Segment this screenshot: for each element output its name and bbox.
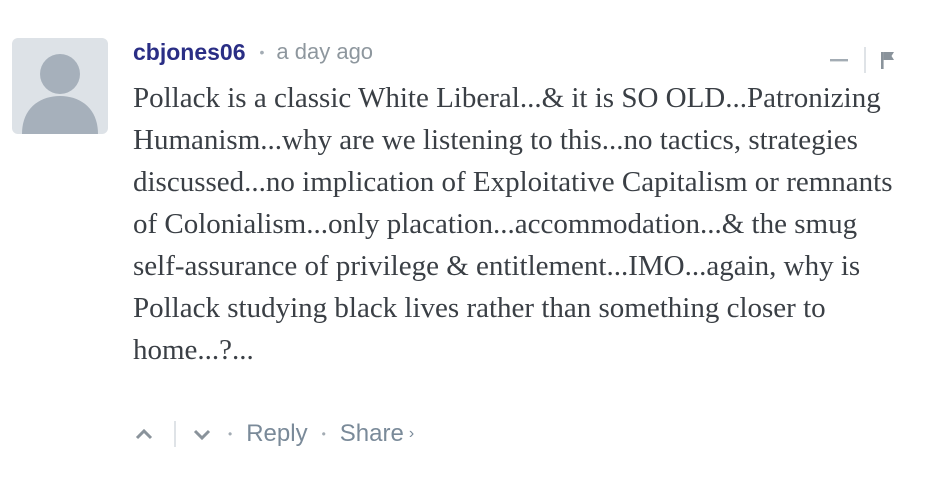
chevron-down-icon: [193, 429, 211, 441]
flag-icon: [881, 52, 894, 69]
comment-body: Pollack is a classic White Liberal...& i…: [133, 82, 893, 366]
comment-header: cbjones06 • a day ago: [133, 36, 373, 68]
default-avatar-icon: [22, 54, 98, 134]
footer-separator: •: [228, 427, 233, 441]
vote-divider: [174, 421, 176, 447]
comment-controls: [826, 44, 898, 76]
reply-button[interactable]: Reply: [246, 420, 307, 448]
chevron-up-icon: [135, 428, 153, 440]
share-button[interactable]: Share: [340, 420, 404, 448]
timestamp[interactable]: a day ago: [276, 39, 373, 65]
footer-separator: •: [321, 427, 326, 441]
flag-button[interactable]: [878, 47, 898, 73]
downvote-button[interactable]: [190, 422, 214, 446]
avatar[interactable]: [12, 38, 108, 134]
chevron-right-icon[interactable]: ›: [409, 425, 414, 443]
comment-footer: • Reply • Share ›: [132, 416, 414, 452]
collapse-button[interactable]: [826, 47, 852, 73]
comment: cbjones06 • a day ago Pollack is a class…: [0, 0, 936, 480]
controls-divider: [864, 47, 866, 73]
author-name[interactable]: cbjones06: [133, 39, 246, 66]
meta-separator: •: [259, 44, 265, 60]
minus-icon: [830, 59, 848, 62]
upvote-button[interactable]: [132, 422, 156, 446]
